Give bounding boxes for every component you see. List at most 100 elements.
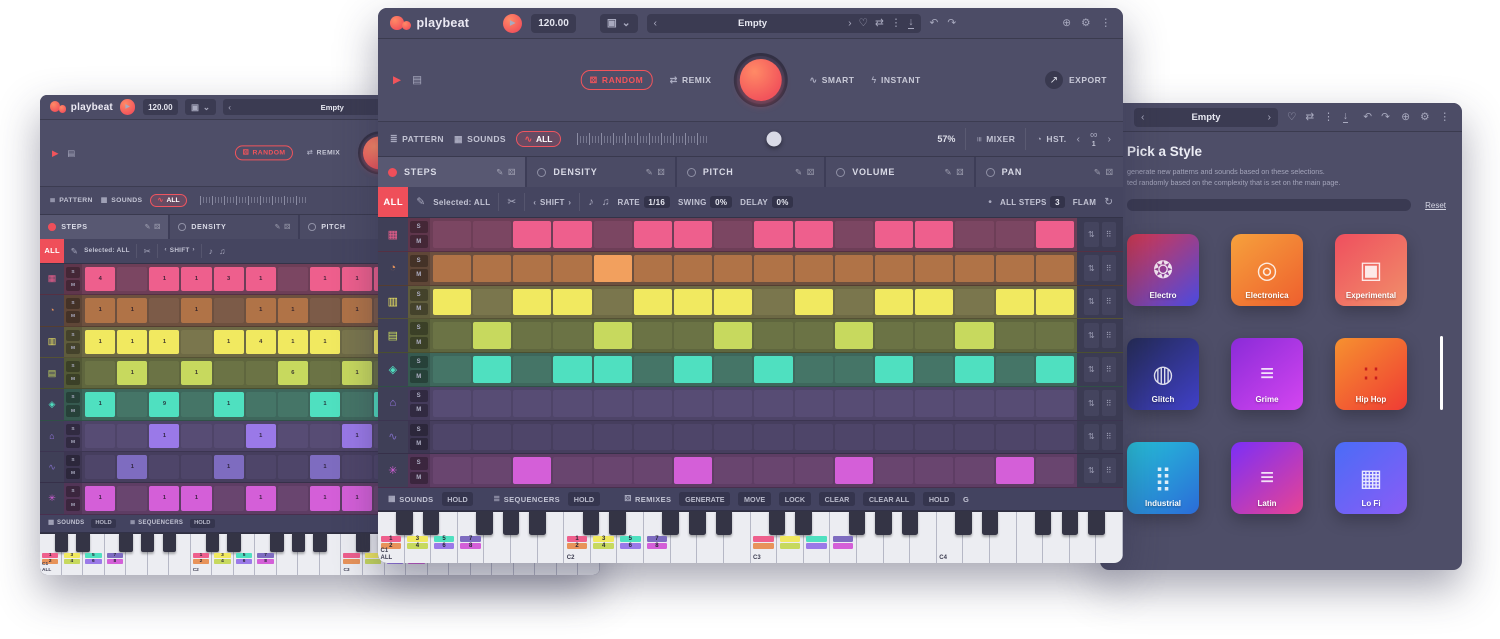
step-cell[interactable] (674, 255, 712, 282)
row-drag-handle[interactable]: ⠿ (1102, 357, 1116, 383)
step-cell[interactable] (754, 356, 792, 383)
piano-key-black[interactable] (270, 533, 283, 552)
pencil-icon[interactable]: ✎ (145, 223, 151, 231)
chevron-left-icon[interactable]: ‹ (228, 103, 231, 111)
step-cell[interactable] (714, 457, 752, 484)
piano-key-black[interactable] (313, 533, 326, 552)
step-cell[interactable] (674, 221, 712, 248)
hold-button[interactable]: HOLD (91, 519, 116, 528)
step-cell[interactable] (246, 455, 276, 479)
step-cell[interactable] (795, 322, 833, 349)
export-button[interactable]: EXPORT (1069, 75, 1107, 85)
solo-button[interactable]: S (410, 255, 428, 267)
step-cell[interactable] (513, 390, 551, 417)
step-cell[interactable] (714, 322, 752, 349)
step-cell[interactable] (553, 457, 591, 484)
piano-key-black[interactable] (227, 533, 240, 552)
step-cell[interactable]: 1 (278, 330, 308, 354)
step-cell[interactable] (433, 390, 471, 417)
step-cell[interactable] (835, 322, 873, 349)
pencil-icon[interactable]: ✎ (1094, 167, 1101, 178)
scissors-icon[interactable]: ✂ (507, 197, 516, 208)
step-cell[interactable] (754, 221, 792, 248)
step-cell[interactable]: 1 (85, 298, 115, 322)
delay-control[interactable]: DELAY 0% (740, 196, 793, 209)
step-cell[interactable] (1036, 356, 1074, 383)
step-cell[interactable] (835, 356, 873, 383)
step-cell[interactable]: 9 (149, 392, 179, 416)
pencil-icon[interactable]: ✎ (71, 247, 78, 255)
undo-icon[interactable]: ↶ (930, 18, 939, 29)
step-cell[interactable] (117, 267, 147, 291)
step-cell[interactable] (795, 255, 833, 282)
step-cell[interactable] (342, 392, 372, 416)
style-tile-lo-fi[interactable]: ▦Lo Fi (1335, 442, 1407, 514)
step-cell[interactable] (594, 322, 632, 349)
step-cell[interactable] (1036, 221, 1074, 248)
dice-icon[interactable]: ⚄ (1106, 167, 1113, 178)
step-cell[interactable] (955, 289, 993, 316)
step-cell[interactable] (513, 322, 551, 349)
clock-icon[interactable]: ◔ (378, 252, 408, 285)
bpm-display[interactable]: 120.00 (531, 14, 576, 33)
download-icon[interactable]: ↓ (908, 17, 913, 29)
step-cell[interactable] (795, 457, 833, 484)
step-cell[interactable] (553, 322, 591, 349)
step-cell[interactable] (278, 424, 308, 448)
step-cell[interactable] (1036, 457, 1074, 484)
step-cell[interactable] (795, 356, 833, 383)
notes-icon[interactable]: ♫ (602, 197, 610, 208)
step-cell[interactable] (1036, 255, 1074, 282)
step-cell[interactable] (875, 289, 913, 316)
step-cell[interactable] (915, 221, 953, 248)
play-icon[interactable]: ▶ (393, 75, 401, 86)
step-cell[interactable]: 1 (342, 267, 372, 291)
step-cell[interactable] (795, 221, 833, 248)
keyboard-icon[interactable]: ▤ (67, 149, 75, 157)
solo-button[interactable]: S (66, 330, 80, 341)
row-swap-button[interactable]: ⇅ (1084, 424, 1098, 450)
piano-key-black[interactable] (503, 511, 519, 535)
style-tile-grime[interactable]: ≡Grime (1231, 338, 1303, 410)
step-cell[interactable] (513, 356, 551, 383)
solo-button[interactable]: S (66, 361, 80, 372)
step-cell[interactable]: 1 (246, 298, 276, 322)
style-tile-glitch[interactable]: ◍Glitch (1127, 338, 1199, 410)
solo-button[interactable]: S (66, 424, 80, 435)
step-cell[interactable] (553, 221, 591, 248)
step-cell[interactable] (149, 298, 179, 322)
step-cell[interactable] (473, 356, 511, 383)
pencil-icon[interactable]: ✎ (795, 167, 802, 178)
step-cell[interactable]: 1 (149, 424, 179, 448)
piano-key-black[interactable] (583, 511, 599, 535)
step-cell[interactable] (955, 390, 993, 417)
step-cell[interactable] (594, 457, 632, 484)
piano-key-black[interactable] (206, 533, 219, 552)
dice-icon[interactable]: ⚄ (807, 167, 814, 178)
mute-button[interactable]: M (66, 311, 80, 322)
piano-key-black[interactable] (662, 511, 678, 535)
sequencers-section-toggle[interactable]: ≣ SEQUENCERS (493, 495, 560, 504)
piano-key-black[interactable] (1035, 511, 1051, 535)
row-swap-button[interactable]: ⇅ (1084, 390, 1098, 416)
dice-icon[interactable]: ⚄ (284, 223, 290, 231)
step-cell[interactable] (149, 361, 179, 385)
step-cell[interactable]: 1 (85, 330, 115, 354)
step-cell[interactable] (473, 390, 511, 417)
step-cell[interactable] (85, 361, 115, 385)
step-cell[interactable] (278, 486, 308, 510)
step-cell[interactable] (674, 424, 712, 451)
solo-button[interactable]: S (66, 455, 80, 466)
step-cell[interactable]: 1 (342, 361, 372, 385)
solo-button[interactable]: S (410, 322, 428, 334)
step-cell[interactable] (85, 455, 115, 479)
step-cell[interactable] (513, 221, 551, 248)
step-cell[interactable]: 1 (246, 267, 276, 291)
step-cell[interactable] (835, 289, 873, 316)
pads-icon[interactable]: ▦ (40, 264, 64, 294)
step-cell[interactable] (996, 255, 1034, 282)
step-cell[interactable] (674, 356, 712, 383)
step-cell[interactable] (714, 356, 752, 383)
step-cell[interactable]: 1 (181, 361, 211, 385)
lock-button[interactable]: LOCK (779, 492, 811, 505)
